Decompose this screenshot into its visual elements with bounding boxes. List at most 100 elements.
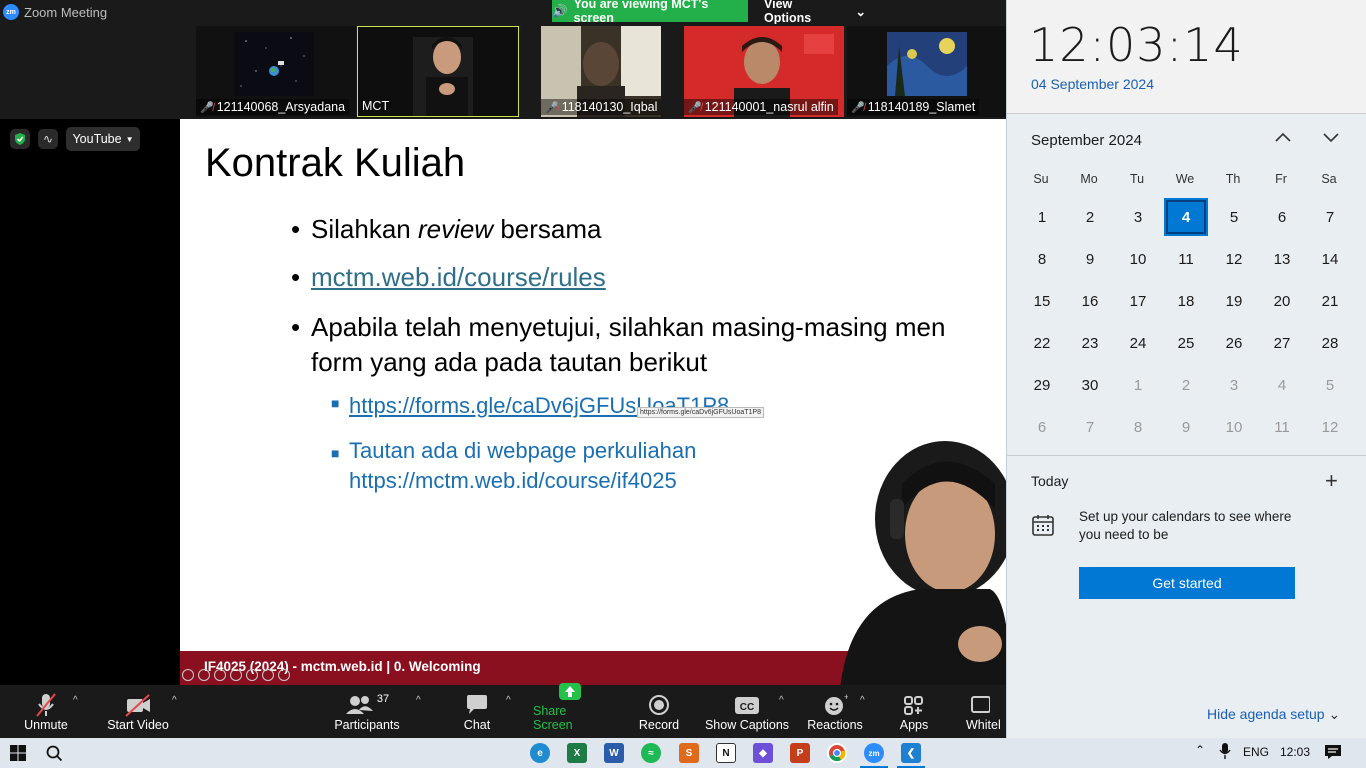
calendar-day[interactable]: 14	[1308, 240, 1352, 278]
calendar-day[interactable]: 2	[1068, 198, 1112, 236]
rules-link[interactable]: mctm.web.id/course/rules	[311, 262, 606, 292]
calendar-day[interactable]: 5	[1212, 198, 1256, 236]
calendar-day[interactable]: 19	[1212, 282, 1256, 320]
calendar-day[interactable]: 10	[1116, 240, 1160, 278]
input-language[interactable]: ENG	[1243, 745, 1269, 759]
calendar-day[interactable]: 26	[1212, 324, 1256, 362]
calendar-day[interactable]: 20	[1260, 282, 1304, 320]
slides-grid-icon[interactable]	[246, 669, 258, 681]
clock-date[interactable]: 04 September 2024	[1031, 76, 1154, 92]
next-month-icon[interactable]	[1321, 128, 1341, 149]
calendar-day[interactable]: 29	[1020, 366, 1064, 404]
participant-tile[interactable]: 🎤̸ 121140068_Arsyadana	[196, 26, 356, 117]
unmute-button[interactable]: Unmute	[20, 685, 72, 738]
calendar-day[interactable]: 7	[1308, 198, 1352, 236]
zoom-taskbar-icon[interactable]: zm	[864, 743, 884, 763]
calendar-day[interactable]: 27	[1260, 324, 1304, 362]
calendar-day[interactable]: 17	[1116, 282, 1160, 320]
calendar-day[interactable]: 6	[1020, 408, 1064, 446]
obsidian-icon[interactable]: ◆	[753, 743, 773, 763]
show-hidden-icons-chevron-icon[interactable]: ⌃	[1195, 743, 1205, 757]
chat-caret-icon[interactable]: ^	[506, 695, 511, 706]
calendar-day[interactable]: 15	[1020, 282, 1064, 320]
calendar-day[interactable]: 11	[1260, 408, 1304, 446]
calendar-day[interactable]: 8	[1020, 240, 1064, 278]
captions-caret-icon[interactable]: ^	[779, 695, 784, 706]
calendar-day[interactable]: 28	[1308, 324, 1352, 362]
calendar-day[interactable]: 4	[1260, 366, 1304, 404]
zoom-slide-icon[interactable]	[214, 669, 226, 681]
participant-tile-active[interactable]: MCT	[357, 26, 519, 117]
slide-nav-controls[interactable]	[182, 669, 290, 681]
more-icon[interactable]	[262, 669, 274, 681]
windows-start-icon[interactable]	[8, 743, 28, 763]
calendar-day[interactable]: 9	[1068, 240, 1112, 278]
captions-icon[interactable]	[230, 669, 242, 681]
live-stream-icon[interactable]: ∿	[38, 129, 58, 149]
youtube-stream-button[interactable]: YouTube ▼	[66, 127, 140, 151]
calendar-day[interactable]: 3	[1116, 198, 1160, 236]
hide-agenda-link[interactable]: Hide agenda setup ⌄	[1207, 706, 1340, 723]
calendar-day[interactable]: 8	[1116, 408, 1160, 446]
calendar-day[interactable]: 12	[1308, 408, 1352, 446]
calendar-day[interactable]: 5	[1308, 366, 1352, 404]
whiteboards-button[interactable]: Whitel	[966, 685, 1006, 738]
month-label[interactable]: September 2024	[1031, 132, 1142, 149]
taskbar-clock[interactable]: 12:03	[1280, 745, 1310, 759]
next-slide-icon[interactable]	[278, 669, 290, 681]
calendar-day[interactable]: 2	[1164, 366, 1208, 404]
audio-options-caret-icon[interactable]: ^	[73, 695, 78, 706]
excel-icon[interactable]: X	[567, 743, 587, 763]
calendar-day-today[interactable]: 4	[1164, 198, 1208, 236]
calendar-day[interactable]: 11	[1164, 240, 1208, 278]
search-icon[interactable]	[44, 743, 64, 763]
calendar-day[interactable]: 25	[1164, 324, 1208, 362]
calendar-day[interactable]: 7	[1068, 408, 1112, 446]
apps-button[interactable]: Apps	[894, 685, 934, 738]
previous-month-icon[interactable]	[1273, 128, 1293, 149]
participant-tile[interactable]: 🎤̸ 118140189_Slamet	[847, 26, 1007, 117]
calendar-day[interactable]: 16	[1068, 282, 1112, 320]
calendar-day[interactable]: 23	[1068, 324, 1112, 362]
calendar-day[interactable]: 3	[1212, 366, 1256, 404]
get-started-button[interactable]: Get started	[1079, 567, 1295, 599]
record-button[interactable]: Record	[636, 685, 682, 738]
video-options-caret-icon[interactable]: ^	[172, 695, 177, 706]
calendar-day[interactable]: 22	[1020, 324, 1064, 362]
notifications-icon[interactable]	[1324, 743, 1342, 764]
calendar-day[interactable]: 21	[1308, 282, 1352, 320]
calendar-day[interactable]: 10	[1212, 408, 1256, 446]
vscode-icon[interactable]: ❮	[901, 743, 921, 763]
reactions-button[interactable]: + Reactions	[805, 685, 865, 738]
chat-button[interactable]: Chat	[455, 685, 499, 738]
powerpoint-icon[interactable]: P	[790, 743, 810, 763]
calendar-day[interactable]: 1	[1020, 198, 1064, 236]
add-event-icon[interactable]: +	[1325, 468, 1338, 494]
calendar-day[interactable]: 18	[1164, 282, 1208, 320]
calendar-day[interactable]: 30	[1068, 366, 1112, 404]
pen-icon[interactable]	[198, 669, 210, 681]
calendar-day[interactable]: 24	[1116, 324, 1160, 362]
participants-caret-icon[interactable]: ^	[416, 695, 421, 706]
participants-button[interactable]: 37 Participants	[334, 685, 400, 738]
reactions-caret-icon[interactable]: ^	[860, 695, 865, 706]
calendar-day[interactable]: 9	[1164, 408, 1208, 446]
spotify-icon[interactable]: ≈	[641, 743, 661, 763]
calendar-day[interactable]: 12	[1212, 240, 1256, 278]
share-screen-button[interactable]: Share Screen	[533, 683, 607, 738]
start-video-button[interactable]: Start Video	[104, 685, 172, 738]
edge-icon[interactable]: e	[530, 743, 550, 763]
show-captions-button[interactable]: CC Show Captions	[704, 685, 790, 738]
word-icon[interactable]: W	[604, 743, 624, 763]
chrome-icon[interactable]	[827, 743, 847, 763]
calendar-day[interactable]: 13	[1260, 240, 1304, 278]
notion-icon[interactable]: N	[716, 743, 736, 763]
participant-tile[interactable]: 🎤̸ 121140001_nasrul alfin	[684, 26, 844, 117]
security-shield-icon[interactable]	[10, 129, 30, 149]
sublime-icon[interactable]: S	[679, 743, 699, 763]
prev-slide-icon[interactable]	[182, 669, 194, 681]
participant-tile[interactable]: 🎤̸ 118140130_Iqbal	[541, 26, 661, 117]
calendar-day[interactable]: 1	[1116, 366, 1160, 404]
calendar-day[interactable]: 6	[1260, 198, 1304, 236]
microphone-icon[interactable]	[1219, 742, 1231, 763]
